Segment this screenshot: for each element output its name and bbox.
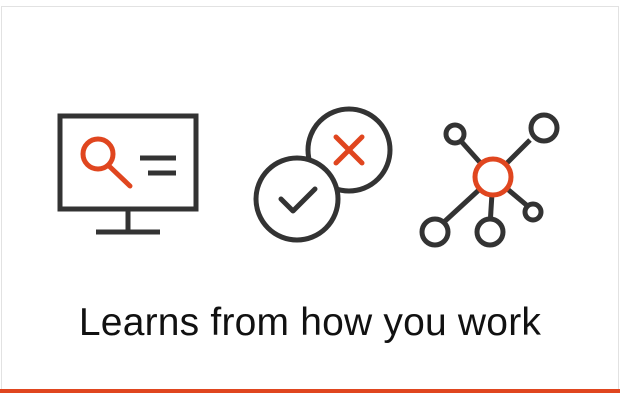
network-nodes-icon <box>419 112 560 248</box>
card-caption: Learns from how you work <box>78 301 542 344</box>
icon-row <box>0 0 620 270</box>
monitor-search-icon <box>57 113 199 235</box>
check-cross-icon <box>253 106 393 243</box>
accent-underline <box>0 389 620 393</box>
